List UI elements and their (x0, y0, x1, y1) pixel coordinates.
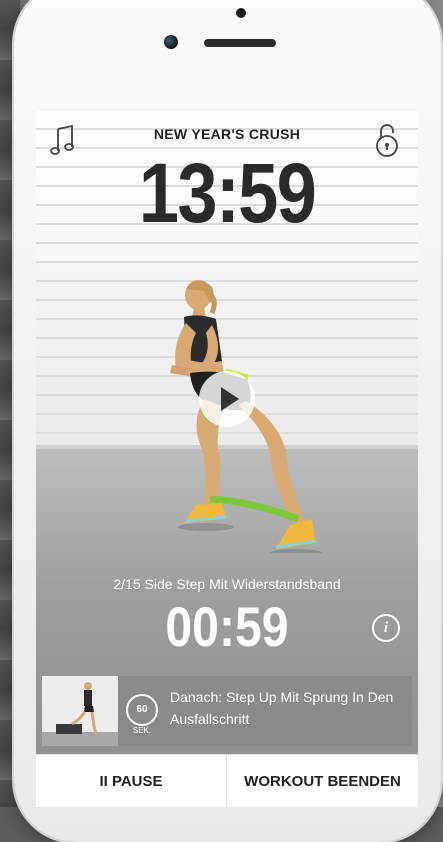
workout-total-timer: 13:59 (138, 146, 317, 240)
proximity-sensor (236, 8, 246, 18)
app-screen: NEW YEAR'S CRUSH 13:59 2/15 Side Step Mi… (36, 111, 418, 807)
next-exercise-bar[interactable]: 60 SEK. Danach: Step Up Mit Sprung In De… (42, 676, 412, 746)
end-workout-button[interactable]: WORKOUT BEENDEN (227, 755, 418, 807)
front-camera (164, 35, 178, 49)
play-video-button[interactable] (199, 371, 255, 427)
next-exercise-thumbnail (42, 676, 118, 746)
next-exercise-text: Danach: Step Up Mit Sprung In Den Ausfal… (170, 689, 394, 727)
earpiece-speaker (204, 39, 276, 47)
info-icon[interactable]: i (372, 614, 400, 642)
bottom-controls: II PAUSE WORKOUT BEENDEN (36, 754, 418, 807)
pause-button[interactable]: II PAUSE (36, 755, 227, 807)
play-icon (221, 387, 239, 411)
exercise-timer: 00:59 (165, 595, 289, 658)
rest-seconds-badge: 60 (126, 694, 158, 726)
rest-unit-label: SEK. (132, 726, 152, 735)
exercise-label: 2/15 Side Step Mit Widerstandsband (113, 576, 341, 592)
top-bar: NEW YEAR'S CRUSH (36, 111, 418, 157)
workout-title: NEW YEAR'S CRUSH (153, 126, 301, 142)
